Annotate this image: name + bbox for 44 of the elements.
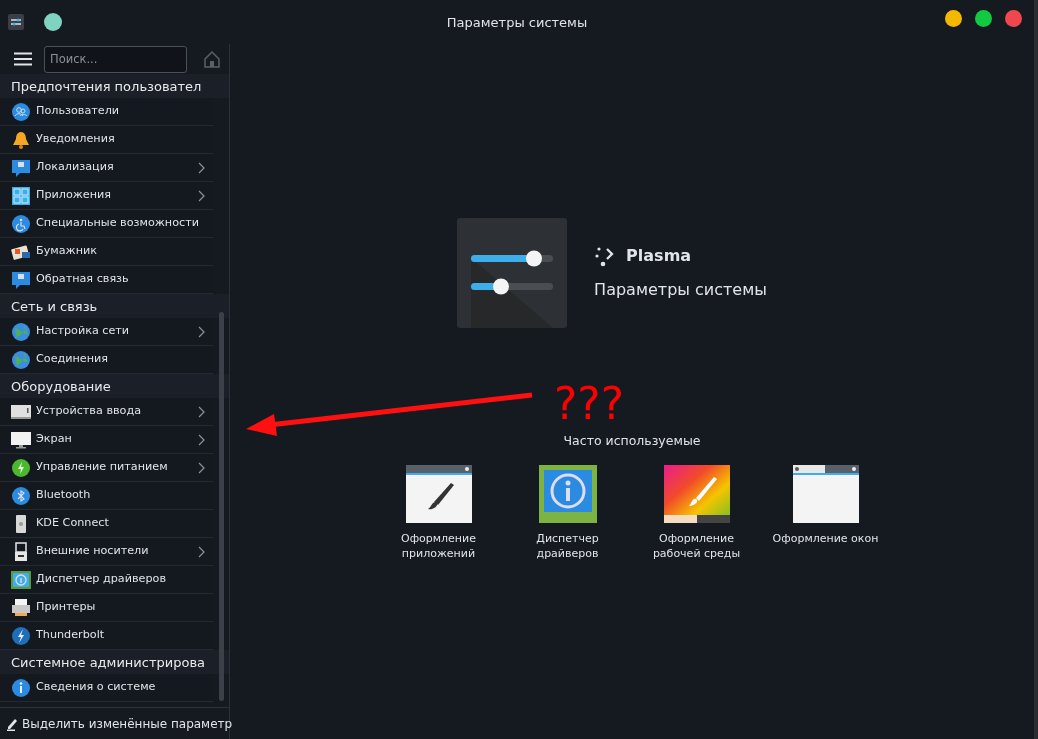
item-icon bbox=[11, 321, 31, 342]
annotation-text: ??? bbox=[554, 382, 625, 426]
item-icon bbox=[11, 213, 31, 234]
section-heading: Предпочтения пользовател bbox=[0, 74, 229, 98]
minimize-button[interactable] bbox=[945, 10, 962, 27]
search-field[interactable]: Поиск... bbox=[44, 45, 187, 73]
menu-icon[interactable] bbox=[14, 52, 32, 66]
item-icon bbox=[11, 157, 31, 178]
item-icon bbox=[11, 569, 31, 590]
item-icon bbox=[11, 625, 31, 646]
section-heading: Оборудование bbox=[0, 374, 229, 398]
section-heading: Сеть и связь bbox=[0, 294, 229, 318]
highlight-changed-toggle[interactable]: Выделить изменённые параметр bbox=[22, 714, 233, 733]
window-title: Параметры системы bbox=[446, 14, 588, 32]
brand-name: Plasma bbox=[626, 245, 692, 267]
module-icon bbox=[792, 464, 859, 523]
item-icon bbox=[11, 101, 31, 122]
module-icon bbox=[538, 464, 597, 523]
close-button[interactable] bbox=[1005, 10, 1022, 27]
item-icon bbox=[11, 429, 31, 450]
item-icon bbox=[11, 269, 31, 290]
settings-icon[interactable] bbox=[8, 14, 24, 30]
shortcut-tile[interactable]: Оформление рабочей среды bbox=[632, 464, 761, 562]
module-icon bbox=[663, 464, 730, 523]
app-subtitle: Параметры системы bbox=[594, 279, 767, 301]
module-icon bbox=[405, 464, 472, 523]
item-icon bbox=[11, 457, 31, 478]
maximize-button[interactable] bbox=[975, 10, 992, 27]
pin-button[interactable] bbox=[44, 13, 62, 31]
shortcut-tile[interactable]: Диспетчер драйверов bbox=[503, 464, 632, 562]
item-icon bbox=[11, 129, 31, 150]
item-icon bbox=[11, 185, 31, 206]
scrollbar-thumb[interactable] bbox=[219, 312, 224, 701]
item-icon bbox=[11, 597, 31, 618]
item-icon bbox=[11, 485, 31, 506]
home-icon[interactable] bbox=[203, 50, 221, 68]
section-heading: Системное администрирова bbox=[0, 650, 229, 674]
shortcut-tile[interactable]: Оформление окон bbox=[761, 464, 890, 562]
pencil-icon bbox=[6, 716, 18, 731]
section-heading: Часто используемые bbox=[563, 432, 701, 450]
item-icon bbox=[11, 349, 31, 370]
item-icon bbox=[11, 677, 31, 698]
settings-logo-icon bbox=[457, 218, 568, 328]
shortcut-tile[interactable]: Оформление приложений bbox=[374, 464, 503, 562]
